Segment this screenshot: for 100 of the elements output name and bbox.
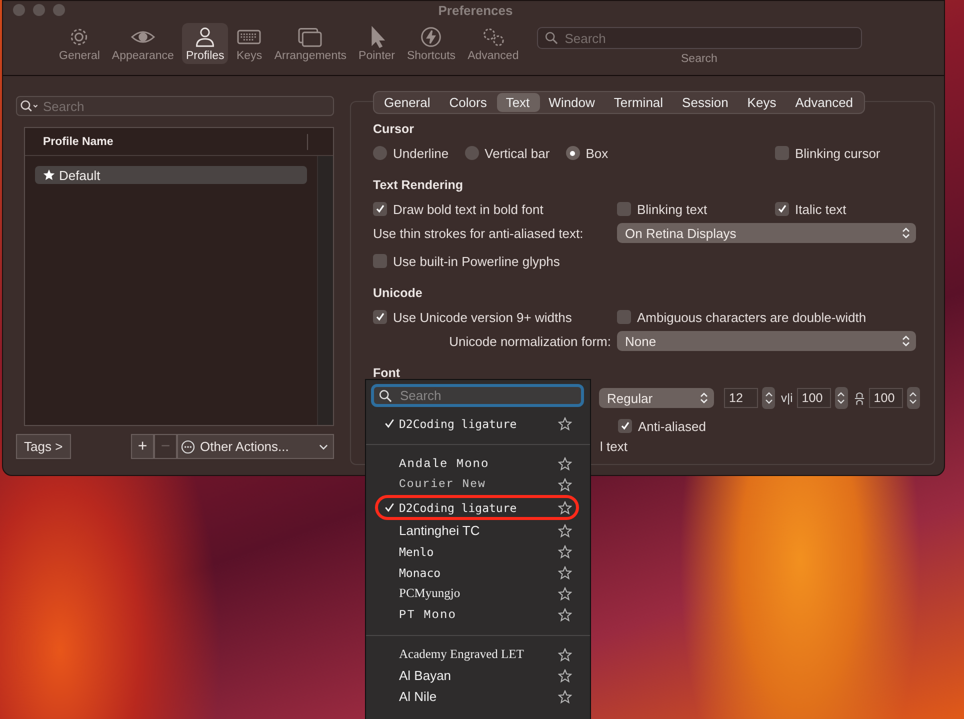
tab[interactable]: Session [673,93,738,112]
font-menu-item[interactable]: D2Coding ligature [375,495,579,520]
star-outline-icon[interactable] [558,648,572,662]
up-down-chevron-icon [764,391,772,405]
star-outline-icon[interactable] [558,416,572,430]
section-title: Unicode [373,285,424,302]
checkbox[interactable] [618,419,632,433]
option-label: Blinking cursor [795,146,880,160]
search-icon [544,32,558,44]
toolbar-tab[interactable]: Advanced [464,23,523,64]
checkbox[interactable] [373,202,387,216]
ellipsis-circle-icon [181,440,195,454]
toolbar-tab[interactable]: General [55,23,104,64]
checkmark-icon [384,502,395,513]
tab[interactable]: Advanced [786,93,864,112]
option-label: Use Unicode version 9+ widths [393,310,572,324]
normalization-dropdown[interactable]: None [617,331,916,351]
profile-row[interactable]: Default [35,166,307,184]
tab[interactable]: Text [496,93,540,112]
stepper[interactable] [762,387,775,409]
option-label: Italic text [795,202,846,216]
tab[interactable]: Keys [738,93,786,112]
tab[interactable]: General [375,93,440,112]
section-title: Cursor [373,121,415,138]
checkbox[interactable] [775,146,789,160]
up-down-chevron-icon [700,392,708,404]
windows-icon [297,26,324,48]
thin-strokes-dropdown[interactable]: On Retina Displays [617,223,916,243]
font-menu-item[interactable]: PT Mono [371,604,584,625]
option-label: Draw bold text in bold font [393,202,544,216]
checkbox[interactable] [617,202,631,216]
toolbar-tab[interactable]: Shortcuts [402,23,460,64]
font-menu-item[interactable]: Al Nile [371,686,584,707]
other-actions-button[interactable]: Other Actions... [177,434,334,459]
font-menu-item[interactable]: Courier New [371,474,584,495]
stepper[interactable] [834,387,848,409]
search-field[interactable]: Search [536,27,862,49]
checkbox[interactable] [617,310,631,324]
star-outline-icon[interactable] [558,478,572,492]
stepper[interactable] [906,387,920,409]
font-menu-item[interactable]: Academy Engraved LET [371,644,584,665]
tags-button[interactable]: Tags > [16,434,71,459]
add-button[interactable]: + [131,434,154,459]
checkbox[interactable] [373,254,387,268]
search-caption: Search [681,53,718,65]
font-menu-item[interactable]: PCMyungjo [371,583,584,604]
star-outline-icon[interactable] [558,456,572,470]
toolbar-tab[interactable]: Pointer [354,23,399,64]
column-header: Profile Name [43,136,114,148]
radio-button[interactable] [373,146,387,160]
section-title: Text Rendering [373,177,464,194]
field-label: Unicode normalization form: [448,334,612,348]
font-menu-item[interactable]: Lantinghei TC [371,520,584,541]
profile-search-field[interactable]: Search [16,96,334,116]
font-search-field[interactable]: Search [371,384,584,407]
toolbar-tab[interactable]: Appearance [108,23,178,64]
font-size-field[interactable]: 12 [724,388,758,408]
toolbar-tab[interactable]: Keys [232,23,266,64]
star-outline-icon[interactable] [558,586,572,600]
window-title: Preferences [437,2,514,18]
up-down-chevron-icon [902,227,910,239]
font-menu-item[interactable]: Andale Mono [371,453,584,474]
star-outline-icon[interactable] [558,544,572,558]
search-icon [379,389,392,402]
checkbox[interactable] [775,202,789,216]
spacing-glyph: v|i [781,391,793,405]
tab[interactable]: Window [540,93,605,112]
font-menu-item[interactable]: D2Coding ligature [371,413,584,434]
option-label: Use built-in Powerline glyphs [393,254,560,268]
chevron-down-icon [319,444,328,450]
tab[interactable]: Colors [440,93,497,112]
star-outline-icon[interactable] [558,690,572,704]
vertical-spacing-field[interactable]: 100 [868,388,903,408]
checkbox[interactable] [373,310,387,324]
star-outline-icon[interactable] [558,524,572,538]
font-menu-item[interactable]: Menlo [371,541,584,562]
star-icon [43,169,55,181]
font-menu-item[interactable]: Al Bayan [371,665,584,686]
font-menu-item[interactable]: Monaco [371,562,584,583]
up-down-chevron-icon [837,391,846,405]
tab[interactable]: Terminal [604,93,674,112]
option-label: Ambiguous characters are double-width [637,310,866,324]
star-outline-icon[interactable] [558,566,572,580]
radio-button[interactable] [566,146,580,160]
option-label: Underline [393,146,449,160]
option-label: Blinking text [637,202,708,216]
star-outline-icon[interactable] [558,500,572,514]
option-label: l text [600,438,628,454]
option-label: Anti-aliased [638,418,706,434]
font-weight-dropdown[interactable]: Regular [599,388,714,408]
radio-button[interactable] [464,146,479,160]
option-label: Box [586,146,608,160]
field-label: Use thin strokes for anti-aliased text: [373,226,584,240]
toolbar-tab[interactable]: Arrangements [270,23,351,64]
checkmark-icon [384,418,395,429]
star-outline-icon[interactable] [558,608,572,622]
toolbar-tab[interactable]: Profiles [182,23,228,64]
line-spacing-icon [854,390,865,406]
horizontal-spacing-field[interactable]: 100 [796,388,831,408]
star-outline-icon[interactable] [558,668,572,682]
